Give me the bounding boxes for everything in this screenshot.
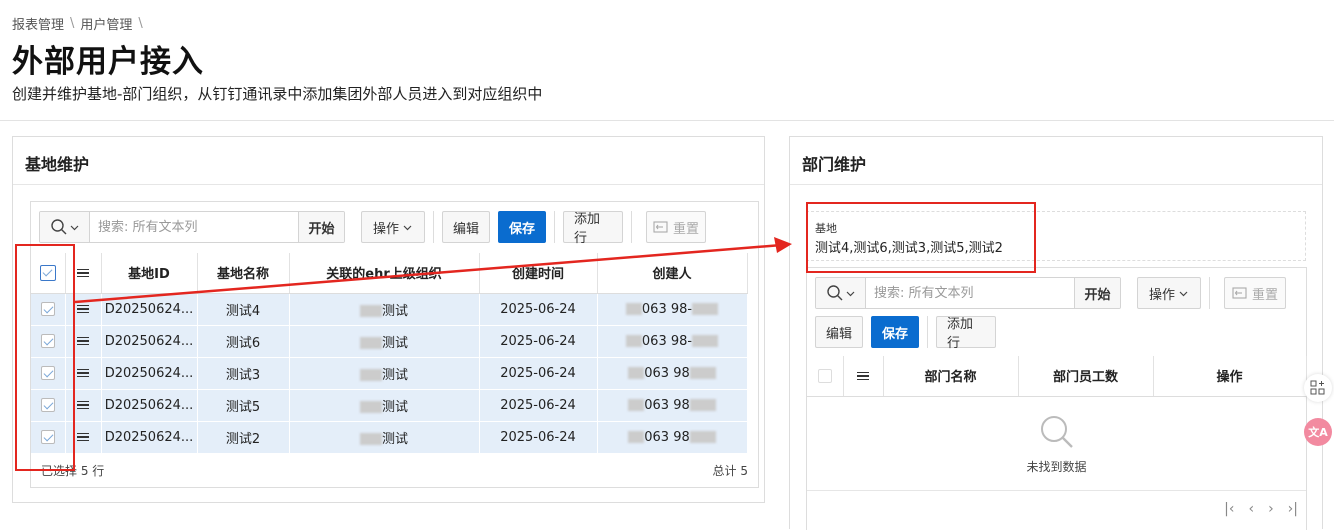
annotation-arrow — [74, 237, 792, 304]
